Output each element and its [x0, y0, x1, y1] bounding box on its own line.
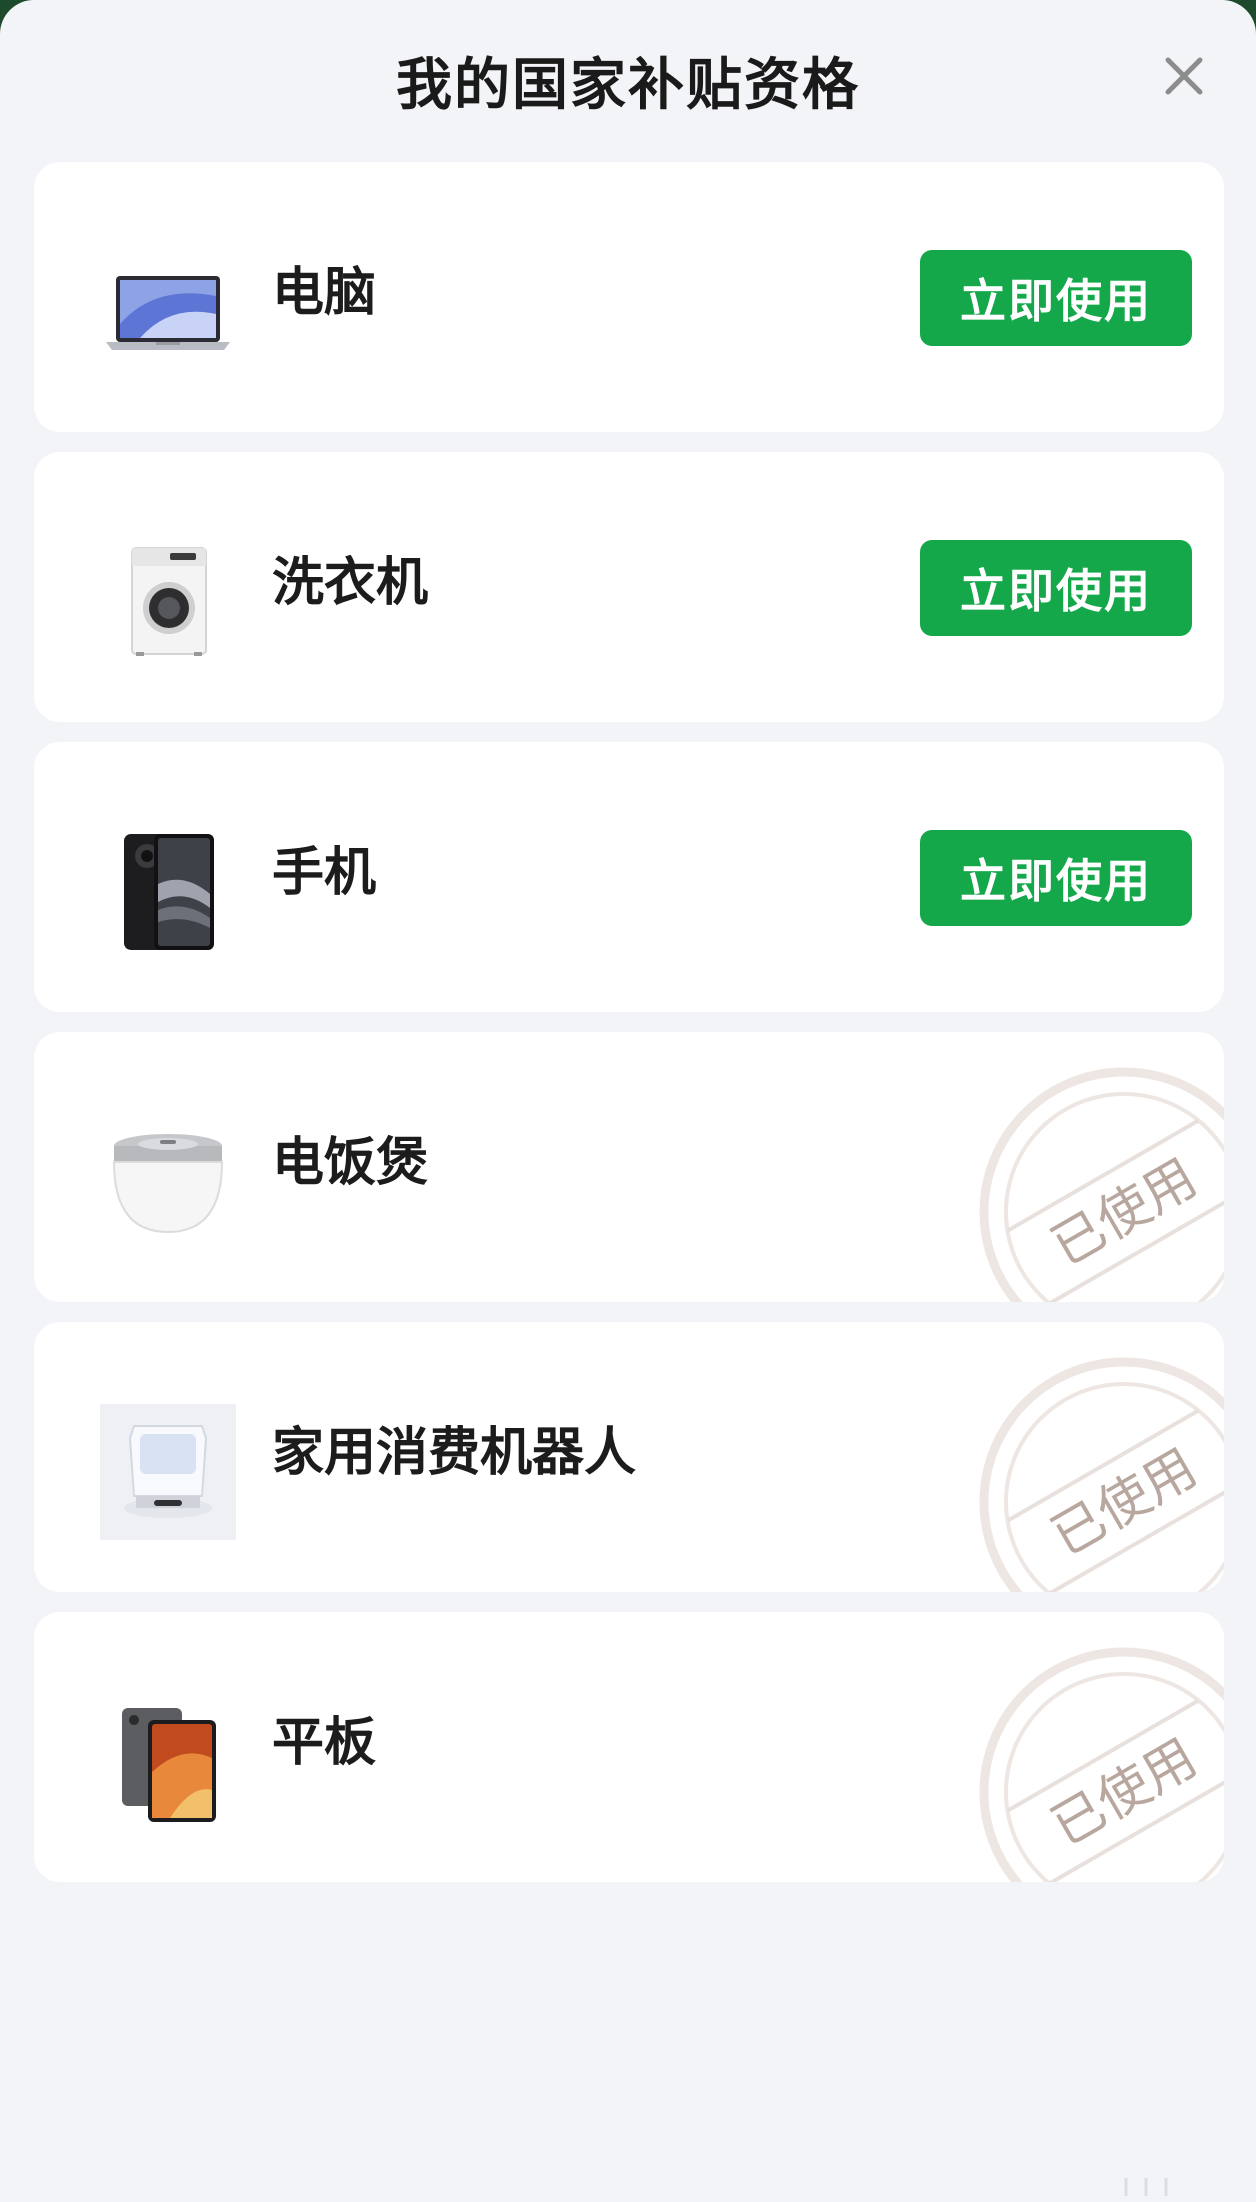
phone-icon — [100, 824, 236, 960]
rice-cooker-icon — [100, 1114, 236, 1250]
item-name: 电脑 — [272, 263, 377, 323]
item-name: 洗衣机 — [272, 553, 429, 613]
used-stamp: 已使用 — [974, 1352, 1224, 1592]
list-item-robot: 家用消费机器人 已使用 — [34, 1322, 1224, 1592]
item-name: 电饭煲 — [272, 1133, 429, 1193]
list-item-phone: 手机 立即使用 — [34, 742, 1224, 1012]
use-now-button[interactable]: 立即使用 — [920, 250, 1192, 346]
use-now-button[interactable]: 立即使用 — [920, 830, 1192, 926]
sheet-header: 我的国家补贴资格 — [0, 0, 1256, 152]
close-icon[interactable] — [1158, 50, 1210, 102]
list-item-washing-machine: 洗衣机 立即使用 — [34, 452, 1224, 722]
washing-machine-icon — [100, 534, 236, 670]
subsidy-sheet: 我的国家补贴资格 电脑 立即使用 洗衣机 立即使用 手机 立即使用 电饭煲 已使… — [0, 0, 1256, 2202]
robot-vacuum-icon — [100, 1404, 236, 1540]
laptop-icon — [100, 244, 236, 380]
used-stamp: 已使用 — [974, 1642, 1224, 1882]
home-indicator — [1106, 2172, 1226, 2202]
list-item-tablet: 平板 已使用 — [34, 1612, 1224, 1882]
item-name: 手机 — [272, 843, 377, 903]
list-item-rice-cooker: 电饭煲 已使用 — [34, 1032, 1224, 1302]
used-stamp: 已使用 — [974, 1062, 1224, 1302]
use-now-button[interactable]: 立即使用 — [920, 540, 1192, 636]
page-title: 我的国家补贴资格 — [396, 53, 860, 118]
tablet-icon — [100, 1694, 236, 1830]
item-name: 平板 — [272, 1713, 377, 1773]
item-name: 家用消费机器人 — [272, 1423, 637, 1483]
list-item-laptop: 电脑 立即使用 — [34, 162, 1224, 432]
